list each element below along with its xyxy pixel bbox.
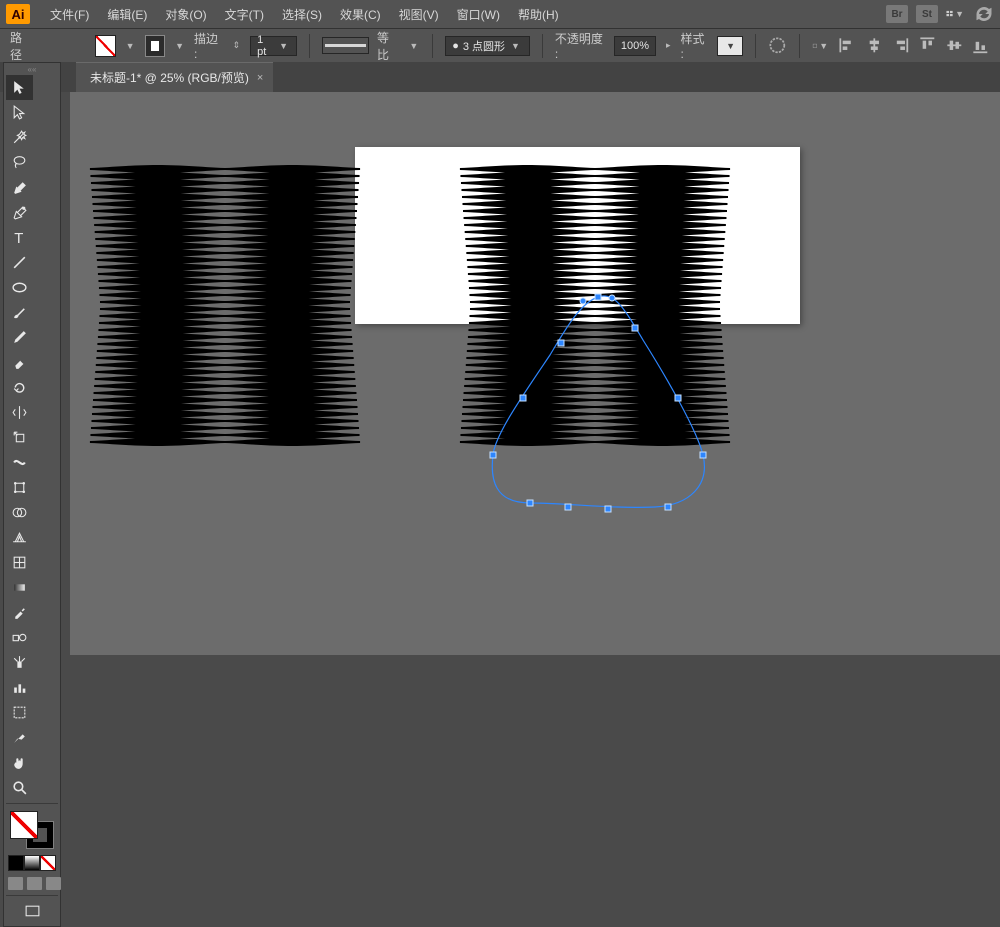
slice-tool[interactable] [6, 725, 33, 750]
profile-value: 3 点圆形 [463, 38, 505, 54]
stroke-stepper-icon[interactable]: ⇕ [231, 40, 243, 51]
style-select[interactable]: ▼ [717, 36, 743, 56]
width-tool[interactable] [6, 450, 33, 475]
stroke-label: 描边 : [194, 30, 223, 61]
shape-builder-tool[interactable] [6, 500, 33, 525]
menu-type[interactable]: 文字(T) [217, 2, 272, 27]
document-tab[interactable]: 未标题-1* @ 25% (RGB/预览) × [76, 62, 273, 92]
opacity-dropdown-icon[interactable]: ▸ [664, 40, 673, 51]
column-graph-tool[interactable] [6, 675, 33, 700]
stroke-weight-input[interactable]: 1 pt▼ [250, 36, 297, 56]
menu-effect[interactable]: 效果(C) [332, 2, 389, 27]
tab-close-icon[interactable]: × [257, 72, 263, 84]
draw-mode-row [8, 877, 61, 890]
menu-help[interactable]: 帮助(H) [510, 2, 567, 27]
style-label: 样式 : [681, 30, 710, 61]
transform-icon[interactable]: ▼ [812, 36, 831, 56]
fill-stroke-control[interactable] [8, 809, 56, 851]
color-mode-row [8, 855, 56, 873]
color-mode-none[interactable] [40, 855, 56, 871]
opacity-input[interactable]: 100% [614, 36, 656, 56]
document-tabstrip: 未标题-1* @ 25% (RGB/预览) × [0, 62, 1000, 92]
app-logo: Ai [6, 4, 30, 24]
pen-tool[interactable] [6, 175, 33, 200]
eyedropper-tool[interactable] [6, 600, 33, 625]
selection-tool[interactable] [6, 75, 33, 100]
draw-inside[interactable] [46, 877, 61, 890]
mesh-tool[interactable] [6, 550, 33, 575]
menu-window[interactable]: 窗口(W) [449, 2, 508, 27]
perspective-grid-tool[interactable] [6, 525, 33, 550]
magic-wand-tool[interactable] [6, 125, 33, 150]
artboard-tool[interactable] [6, 700, 33, 725]
fill-color-swatch[interactable] [10, 811, 38, 839]
line-tool[interactable] [6, 250, 33, 275]
canvas[interactable] [70, 92, 1000, 655]
free-transform-tool[interactable] [6, 475, 33, 500]
scale-tool[interactable] [6, 425, 33, 450]
toolbox: «« T [3, 62, 61, 927]
svg-text:T: T [14, 231, 23, 246]
curvature-tool[interactable] [6, 200, 33, 225]
hand-tool[interactable] [6, 750, 33, 775]
recolor-icon[interactable] [768, 36, 787, 56]
stock-icon[interactable]: St [916, 5, 938, 23]
path-label: 路径 [10, 29, 32, 63]
stroke-weight-value: 1 pt [257, 34, 273, 58]
zoom-tool[interactable] [6, 775, 33, 800]
lasso-tool[interactable] [6, 150, 33, 175]
align-hcenter-icon[interactable] [865, 36, 884, 56]
align-top-icon[interactable] [918, 36, 937, 56]
color-mode-gradient[interactable] [24, 855, 40, 871]
pencil-tool[interactable] [6, 325, 33, 350]
align-vcenter-icon[interactable] [945, 36, 964, 56]
align-bottom-icon[interactable] [971, 36, 990, 56]
bridge-icon[interactable]: Br [886, 5, 908, 23]
fill-dropdown-icon[interactable]: ▼ [124, 41, 137, 51]
uniform-dropdown-icon[interactable]: ▼ [407, 41, 420, 51]
opacity-label: 不透明度 : [555, 30, 606, 61]
color-mode-solid[interactable] [8, 855, 24, 871]
menu-object[interactable]: 对象(O) [157, 2, 214, 27]
screen-mode-button[interactable] [6, 899, 58, 924]
symbol-sprayer-tool[interactable] [6, 650, 33, 675]
arrange-docs-icon[interactable]: ▼ [946, 4, 966, 24]
menu-file[interactable]: 文件(F) [42, 2, 97, 27]
opacity-value: 100% [621, 40, 649, 52]
options-bar: 路径 ▼ ▼ 描边 : ⇕ 1 pt▼ 等比▼ ● 3 点圆形▼ 不透明度 : … [0, 28, 1000, 62]
stroke-dropdown-icon[interactable]: ▼ [173, 41, 186, 51]
uniform-label: 等比 [377, 29, 399, 63]
draw-normal[interactable] [8, 877, 23, 890]
eraser-tool[interactable] [6, 350, 33, 375]
rotate-tool[interactable] [6, 375, 33, 400]
menu-select[interactable]: 选择(S) [274, 2, 330, 27]
menu-bar: Ai 文件(F) 编辑(E) 对象(O) 文字(T) 选择(S) 效果(C) 视… [0, 0, 1000, 28]
type-tool[interactable]: T [6, 225, 33, 250]
paintbrush-tool[interactable] [6, 300, 33, 325]
blend-tool[interactable] [6, 625, 33, 650]
align-left-icon[interactable] [838, 36, 857, 56]
direct-selection-tool[interactable] [6, 100, 33, 125]
menu-edit[interactable]: 编辑(E) [99, 2, 155, 27]
tab-title: 未标题-1* @ 25% (RGB/预览) [90, 69, 249, 86]
menu-view[interactable]: 视图(V) [391, 2, 447, 27]
draw-behind[interactable] [27, 877, 42, 890]
fill-swatch[interactable] [95, 35, 116, 57]
brush-profile-select[interactable]: ● 3 点圆形▼ [445, 36, 530, 56]
sync-icon[interactable] [974, 4, 994, 24]
gradient-tool[interactable] [6, 575, 33, 600]
ellipse-tool[interactable] [6, 275, 33, 300]
stroke-swatch[interactable] [145, 35, 166, 57]
align-right-icon[interactable] [891, 36, 910, 56]
stroke-profile-preview[interactable] [322, 37, 369, 54]
reflect-tool[interactable] [6, 400, 33, 425]
